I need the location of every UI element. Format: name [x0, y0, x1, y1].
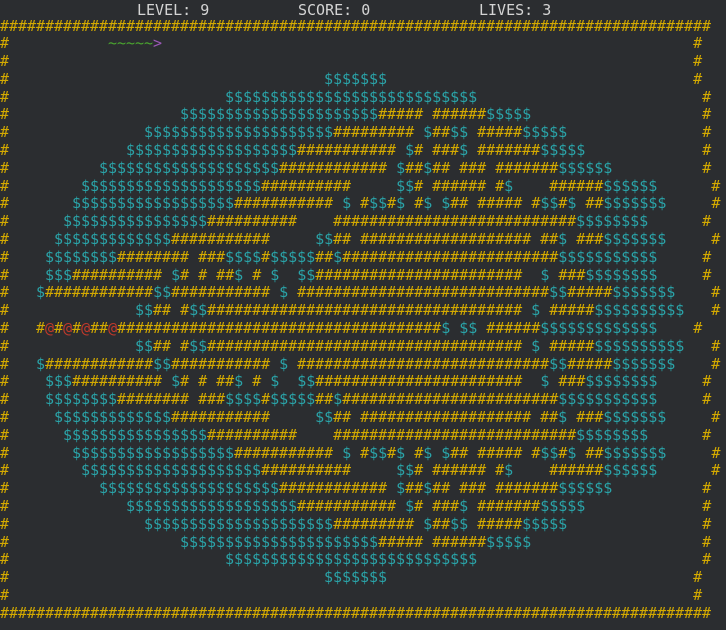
board-row: # $$## #$$##############################…	[0, 301, 721, 320]
board-row: # $############$$########### $ #########…	[0, 283, 721, 302]
board-row: # ~~~~~> #	[0, 34, 703, 53]
board-row: # $$$$$$$$$$$$$$$$$$$$########## $$# ###…	[0, 176, 721, 195]
board-row: # $$$########## $# # ##$ # $ $$#########…	[0, 372, 712, 391]
board-row: # $$## #$$##############################…	[0, 336, 721, 355]
board-row: # $$$$$$$$$$$$$$$$$$$$$######### $##$$ #…	[0, 514, 712, 533]
board-row: # $$$$$$$$$$$$$$$$$$$$$######### $##$$ #…	[0, 123, 712, 142]
board-row: ########################################…	[0, 603, 712, 622]
board-row: # $$$########## $# # ##$ # $ $$#########…	[0, 265, 712, 284]
board-row: # #	[0, 586, 703, 604]
board-row: # #@#@#@##@#############################…	[0, 319, 703, 338]
board-row: # $$$$$$$$$$$$$$$$$$########### $ #$$#$ …	[0, 194, 721, 213]
board-row: # $$$$$$$$$$$$$$$$$$$########### $# ###$…	[0, 141, 712, 160]
board-row: # $$$$$$$$$$$$$$$$$$$$$$##### ######$$$$…	[0, 532, 712, 551]
game-screen: LEVEL: 9 SCORE: 0 LIVES: 3 #############…	[0, 0, 726, 630]
board-row: # $$$$$$$$######## ###$$$$#$$$$$##$#####…	[0, 247, 712, 266]
board-row: # $$$$$$$$$$$$$$$$$$$$$$$$$$$$ #	[0, 87, 712, 106]
game-board[interactable]: ########################################…	[0, 16, 721, 623]
board-row: # $$$$$$$ #	[0, 568, 703, 587]
board-row: # $$$$$$$$$$$$$$$$########## ###########…	[0, 425, 712, 444]
board-row: # $$$$$$$$$$$$$$$$$$$$############ $##$#…	[0, 479, 712, 498]
board-row: # $$$$$$$$$$$$$$$$$$########### $ #$$#$ …	[0, 443, 721, 462]
board-row: # $$$$$$$$$$$$$$$$$$$########### $# ###$…	[0, 497, 712, 516]
board-row: # $############$$########### $ #########…	[0, 354, 721, 373]
board-row: # $$$$$$$$$$$$$$$$########## ###########…	[0, 212, 712, 231]
board-row: ########################################…	[0, 16, 712, 35]
board-row: # $$$$$$$$$$$$$$$$$$$$############ $##$#…	[0, 158, 712, 177]
board-row: # $$$$$$$$$$$$$########### $$## ########…	[0, 230, 721, 249]
board-row: # $$$$$$$$$$$$$$$$$$$$$$##### ######$$$$…	[0, 105, 712, 124]
board-row: # #	[0, 52, 703, 71]
board-row: # $$$$$$$$######## ###$$$$#$$$$$##$#####…	[0, 390, 712, 409]
board-row: # $$$$$$$$$$$$$$$$$$$$$$$$$$$$ #	[0, 550, 712, 569]
board-row: # $$$$$$$ #	[0, 69, 703, 88]
board-row: # $$$$$$$$$$$$$$$$$$$$########## $$# ###…	[0, 461, 721, 480]
board-row: # $$$$$$$$$$$$$########### $$## ########…	[0, 408, 721, 427]
